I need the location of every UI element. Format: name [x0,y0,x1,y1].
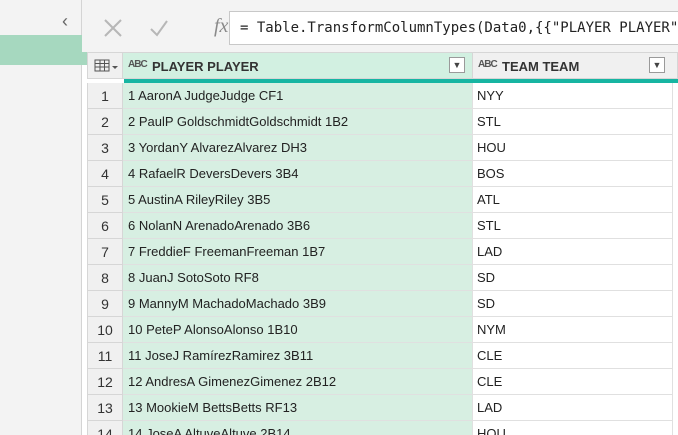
row-number[interactable]: 13 [87,395,123,421]
table-row[interactable]: 88 JuanJ SotoSoto RF8 SD [87,265,678,291]
column-header-label: PLAYER PLAYER [152,59,259,74]
player-cell[interactable]: 1 AaronA JudgeJudge CF1 [123,83,473,109]
team-cell[interactable]: LAD [473,239,673,265]
table-row[interactable]: 11 11 JoseJ RamírezRamirez 3B11 CLE [87,343,678,369]
column-header-row: ABC PLAYER PLAYER ▼ ABC TEAM TEAM ▼ [87,52,678,79]
table-row[interactable]: 77 FreddieF FreemanFreeman 1B7 LAD [87,239,678,265]
text-type-icon[interactable]: ABC [128,59,148,70]
table-row[interactable]: 14 14 JoseA AltuveAltuve 2B14 HOU [87,421,678,435]
player-cell[interactable]: 6 NolanN ArenadoArenado 3B6 [123,213,473,239]
team-cell[interactable]: CLE [473,369,673,395]
table-row[interactable]: 99 MannyM MachadoMachado 3B9 SD [87,291,678,317]
row-number[interactable]: 5 [87,187,123,213]
table-icon [94,59,118,72]
team-cell[interactable]: SD [473,265,673,291]
row-number[interactable]: 6 [87,213,123,239]
queries-pane: ‹ [0,0,91,435]
player-cell[interactable]: 8 JuanJ SotoSoto RF8 [123,265,473,291]
row-number[interactable]: 9 [87,291,123,317]
fx-icon[interactable]: fx [214,15,228,38]
player-cell[interactable]: 3 YordanY AlvarezAlvarez DH3 [123,135,473,161]
row-number[interactable]: 14 [87,421,123,435]
table-row[interactable]: 33 YordanY AlvarezAlvarez DH3 HOU [87,135,678,161]
team-cell[interactable]: STL [473,213,673,239]
table-row[interactable]: 55 AustinA RileyRiley 3B5 ATL [87,187,678,213]
check-icon [150,20,168,37]
table-row[interactable]: 44 RafaelR DeversDevers 3B4 BOS [87,161,678,187]
player-cell[interactable]: 4 RafaelR DeversDevers 3B4 [123,161,473,187]
x-icon [104,19,122,37]
table-row[interactable]: 11 AaronA JudgeJudge CF1 NYY [87,83,678,109]
player-cell[interactable]: 13 MookieM BettsBetts RF13 [123,395,473,421]
team-cell[interactable]: NYM [473,317,673,343]
team-cell[interactable]: STL [473,109,673,135]
row-number[interactable]: 4 [87,161,123,187]
table-row[interactable]: 22 PaulP GoldschmidtGoldschmidt 1B2 STL [87,109,678,135]
formula-input[interactable]: = Table.TransformColumnTypes(Data0,{{"PL… [229,11,678,45]
commit-formula-button[interactable] [141,11,177,45]
table-row[interactable]: 12 12 AndresA GimenezGimenez 2B12 CLE [87,369,678,395]
row-number[interactable]: 11 [87,343,123,369]
table-row[interactable]: 13 13 MookieM BettsBetts RF13 LAD [87,395,678,421]
selected-query-item[interactable] [0,35,91,65]
table-row[interactable]: 10 10 PeteP AlonsoAlonso 1B10 NYM [87,317,678,343]
column-header-player[interactable]: ABC PLAYER PLAYER ▼ [123,52,473,79]
row-number[interactable]: 10 [87,317,123,343]
player-cell[interactable]: 9 MannyM MachadoMachado 3B9 [123,291,473,317]
row-number[interactable]: 3 [87,135,123,161]
player-cell[interactable]: 14 JoseA AltuveAltuve 2B14 [123,421,473,435]
player-cell[interactable]: 2 PaulP GoldschmidtGoldschmidt 1B2 [123,109,473,135]
column-header-team[interactable]: ABC TEAM TEAM ▼ [473,52,678,79]
table-menu-button[interactable] [87,52,123,79]
team-cell[interactable]: HOU [473,135,673,161]
player-cell[interactable]: 10 PeteP AlonsoAlonso 1B10 [123,317,473,343]
team-cell[interactable]: NYY [473,83,673,109]
team-cell[interactable]: SD [473,291,673,317]
row-number[interactable]: 7 [87,239,123,265]
data-grid: ABC PLAYER PLAYER ▼ ABC TEAM TEAM ▼ 11 A… [87,52,678,435]
formula-bar: fx = Table.TransformColumnTypes(Data0,{{… [82,0,678,52]
team-cell[interactable]: CLE [473,343,673,369]
cancel-formula-button[interactable] [95,11,131,45]
team-cell[interactable]: HOU [473,421,673,435]
filter-dropdown-icon[interactable]: ▼ [649,57,665,73]
row-number[interactable]: 1 [87,83,123,109]
player-cell[interactable]: 5 AustinA RileyRiley 3B5 [123,187,473,213]
player-cell[interactable]: 7 FreddieF FreemanFreeman 1B7 [123,239,473,265]
text-type-icon[interactable]: ABC [478,59,498,70]
column-header-label: TEAM TEAM [502,59,580,74]
team-cell[interactable]: LAD [473,395,673,421]
row-number[interactable]: 12 [87,369,123,395]
table-row[interactable]: 66 NolanN ArenadoArenado 3B6 STL [87,213,678,239]
filter-dropdown-icon[interactable]: ▼ [449,57,465,73]
row-number[interactable]: 8 [87,265,123,291]
player-cell[interactable]: 12 AndresA GimenezGimenez 2B12 [123,369,473,395]
team-cell[interactable]: BOS [473,161,673,187]
team-cell[interactable]: ATL [473,187,673,213]
row-number[interactable]: 2 [87,109,123,135]
player-cell[interactable]: 11 JoseJ RamírezRamirez 3B11 [123,343,473,369]
collapse-pane-icon[interactable]: ‹ [58,11,72,31]
